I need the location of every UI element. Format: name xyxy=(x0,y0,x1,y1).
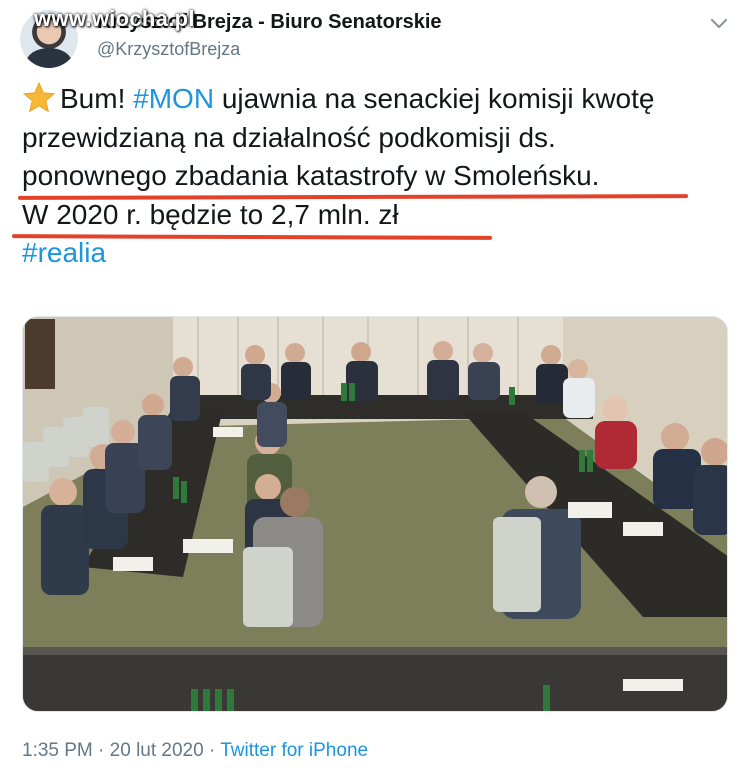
tweet-date[interactable]: 20 lut 2020 xyxy=(110,740,204,761)
footer-separator-2: · xyxy=(208,740,216,761)
chevron-down-icon[interactable] xyxy=(708,12,730,34)
star-emoji-icon xyxy=(22,82,56,112)
tweet-footer: 1:35 PM · 20 lut 2020 · Twitter for iPho… xyxy=(22,740,368,762)
author-handle[interactable]: @KrzysztofBrejza xyxy=(97,39,240,60)
tweet-line-3: ponownego zbadania katastrofy w Smoleńsk… xyxy=(22,160,600,191)
tweet-media-photo[interactable] xyxy=(22,316,728,712)
hashtag-mon-link[interactable]: #MON xyxy=(133,83,214,114)
tweet-text: Bum! #MON ujawnia na senackiej komisji k… xyxy=(22,80,722,273)
avatar-shoulders xyxy=(26,48,72,68)
tweet-line-1-text: Bum! xyxy=(60,83,134,114)
tweet-line-2: przewidzianą na działalność podkomisji d… xyxy=(22,121,556,153)
tweet-line-1: Bum! #MON ujawnia na senackiej komisji k… xyxy=(22,80,722,119)
footer-separator-1: · xyxy=(98,740,105,761)
tweet-line-4: W 2020 r. będzie to 2,7 mln. zł xyxy=(22,198,399,230)
tweet-time[interactable]: 1:35 PM xyxy=(22,740,93,761)
watermark: www.wiocha.pl xyxy=(34,6,195,31)
hashtag-realia-link[interactable]: #realia xyxy=(22,234,722,273)
tweet-source-link[interactable]: Twitter for iPhone xyxy=(220,740,368,761)
meeting-room-photo xyxy=(23,317,727,711)
tweet-line-1-rest: ujawnia na senackiej komisji kwotę xyxy=(214,83,655,114)
tweet-header: Krzysztof Brejza - Biuro Senatorskie @Kr… xyxy=(20,6,732,68)
